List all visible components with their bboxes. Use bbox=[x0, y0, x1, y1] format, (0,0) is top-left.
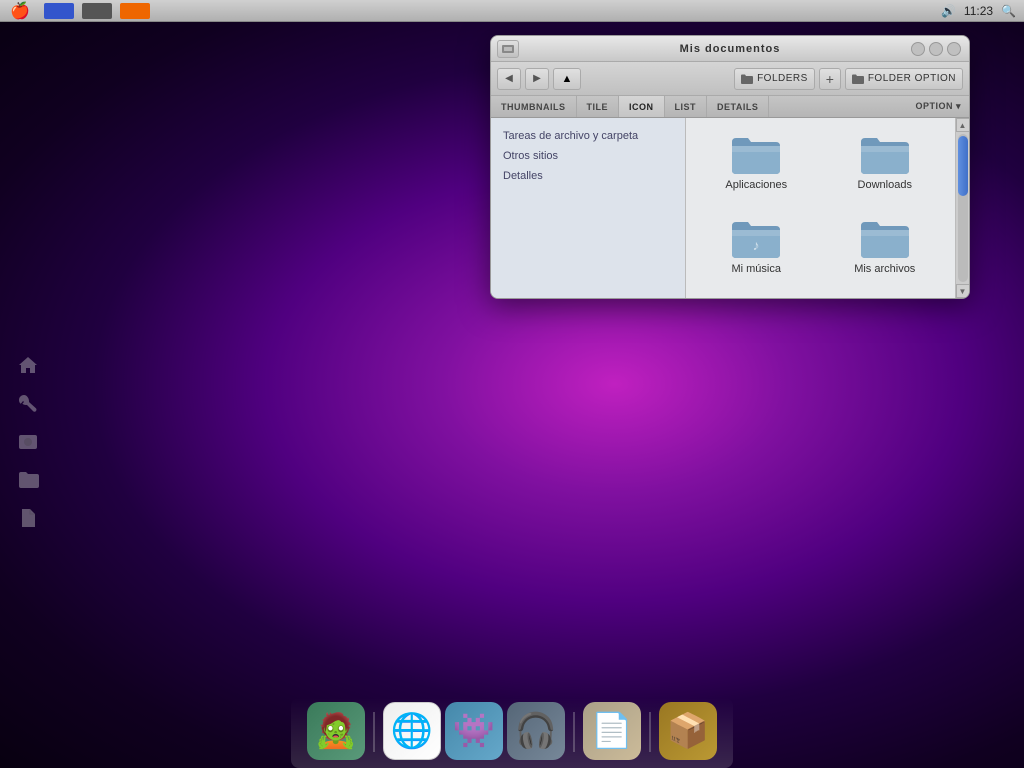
svg-text:♪: ♪ bbox=[753, 237, 760, 253]
file-mis-archivos-label: Mis archivos bbox=[854, 263, 915, 275]
file-mi-musica[interactable]: ♪ Mi música bbox=[696, 212, 817, 288]
folder-downloads-icon bbox=[859, 132, 911, 176]
dock-monster-icon: 👾 bbox=[445, 702, 503, 760]
dock-separator-2 bbox=[573, 712, 575, 752]
orange-btn[interactable] bbox=[116, 0, 154, 22]
folder-musica-icon: ♪ bbox=[730, 216, 782, 260]
scroll-up-btn[interactable]: ▲ bbox=[956, 118, 970, 132]
sidebar-details[interactable]: Detalles bbox=[491, 166, 685, 186]
fm-toolbar: ◀ ▶ ▲ FOLDERS + FOLDER OPTION bbox=[491, 62, 969, 96]
file-downloads[interactable]: Downloads bbox=[825, 128, 946, 204]
menubar: 🍎 🔊 11:23 🔍 bbox=[0, 0, 1024, 22]
sidebar-file-tasks[interactable]: Tareas de archivo y carpeta bbox=[491, 126, 685, 146]
dock-item-headphone[interactable]: 🎧 bbox=[507, 702, 565, 760]
fm-close-btn[interactable] bbox=[947, 42, 961, 56]
fm-up-btn[interactable]: ▲ bbox=[553, 68, 581, 90]
fm-title: Mis documentos bbox=[680, 43, 781, 55]
file-mi-musica-label: Mi música bbox=[731, 263, 781, 275]
fm-folders-btn[interactable]: FOLDERS bbox=[734, 68, 815, 90]
blue-btn[interactable] bbox=[40, 0, 78, 22]
dock-chrome-icon: 🌐 bbox=[383, 702, 441, 760]
fm-sidebar: Tareas de archivo y carpeta Otros sitios… bbox=[491, 118, 686, 298]
fm-titlebar: Mis documentos bbox=[491, 36, 969, 62]
tab-list[interactable]: LIST bbox=[665, 96, 708, 117]
sidebar-other-sites[interactable]: Otros sitios bbox=[491, 146, 685, 166]
dock-item-document[interactable]: 📄 bbox=[583, 702, 641, 760]
menubar-left: 🍎 bbox=[0, 0, 154, 22]
file-manager-window: Mis documentos ◀ ▶ ▲ FOLDERS + FOLDER OP… bbox=[490, 35, 970, 299]
dock-box-icon: 📦 bbox=[659, 702, 717, 760]
dock-document-icon: 📄 bbox=[583, 702, 641, 760]
volume-icon: 🔊 bbox=[941, 4, 956, 18]
fm-folder-option-btn[interactable]: FOLDER OPTION bbox=[845, 68, 963, 90]
menubar-right: 🔊 11:23 🔍 bbox=[941, 4, 1024, 18]
side-icons bbox=[12, 350, 44, 534]
side-home-icon[interactable] bbox=[12, 350, 44, 382]
dock: 🧟 🌐 👾 🎧 📄 📦 bbox=[291, 698, 733, 768]
gray-btn[interactable] bbox=[78, 0, 116, 22]
tab-icon[interactable]: ICON bbox=[619, 96, 665, 117]
fm-content: Tareas de archivo y carpeta Otros sitios… bbox=[491, 118, 969, 298]
side-folder2-icon[interactable] bbox=[12, 464, 44, 496]
fm-forward-btn[interactable]: ▶ bbox=[525, 68, 549, 90]
dock-separator-3 bbox=[649, 712, 651, 752]
dock-separator-1 bbox=[373, 712, 375, 752]
file-aplicaciones[interactable]: Aplicaciones bbox=[696, 128, 817, 204]
tab-thumbnails[interactable]: THUMBNAILS bbox=[491, 96, 577, 117]
apple-menu[interactable]: 🍎 bbox=[0, 0, 40, 22]
side-tool-icon[interactable] bbox=[12, 388, 44, 420]
folder-option-icon bbox=[852, 74, 864, 84]
dock-item-chrome[interactable]: 🌐 bbox=[383, 702, 441, 760]
tab-details[interactable]: DETAILS bbox=[707, 96, 769, 117]
side-photo-icon[interactable] bbox=[12, 426, 44, 458]
scroll-down-btn[interactable]: ▼ bbox=[956, 284, 970, 298]
folders-btn-label: FOLDERS bbox=[757, 73, 808, 84]
scroll-track[interactable] bbox=[958, 134, 968, 282]
tab-tile[interactable]: TILE bbox=[577, 96, 620, 117]
orange-block bbox=[120, 3, 150, 19]
dock-item-box[interactable]: 📦 bbox=[659, 702, 717, 760]
side-file-icon[interactable] bbox=[12, 502, 44, 534]
search-menubar-icon[interactable]: 🔍 bbox=[1001, 4, 1016, 18]
file-mis-archivos[interactable]: Mis archivos bbox=[825, 212, 946, 288]
dock-zombie-icon: 🧟 bbox=[307, 702, 365, 760]
dock-item-monster[interactable]: 👾 bbox=[445, 702, 503, 760]
fm-drive-icon bbox=[497, 40, 519, 58]
fm-scrollbar: ▲ ▼ bbox=[955, 118, 969, 298]
fm-files-grid: Aplicaciones Downloads bbox=[686, 118, 955, 298]
dock-headphone-icon: 🎧 bbox=[507, 702, 565, 760]
scroll-thumb[interactable] bbox=[958, 136, 968, 196]
gray-block bbox=[82, 3, 112, 19]
fm-back-btn[interactable]: ◀ bbox=[497, 68, 521, 90]
fm-maximize-btn[interactable] bbox=[929, 42, 943, 56]
fm-add-btn[interactable]: + bbox=[819, 68, 841, 90]
folder-aplicaciones-icon bbox=[730, 132, 782, 176]
apple-icon: 🍎 bbox=[10, 1, 30, 21]
folder-archivos-icon bbox=[859, 216, 911, 260]
blue-block bbox=[44, 3, 74, 19]
fm-minimize-btn[interactable] bbox=[911, 42, 925, 56]
clock: 11:23 bbox=[964, 4, 993, 18]
tab-option[interactable]: OPTION ▾ bbox=[907, 96, 969, 117]
folder-option-label: FOLDER OPTION bbox=[868, 73, 956, 84]
fm-viewtabs: THUMBNAILS TILE ICON LIST DETAILS OPTION… bbox=[491, 96, 969, 118]
fm-window-buttons bbox=[911, 42, 961, 56]
folder-small-icon bbox=[741, 74, 753, 84]
file-downloads-label: Downloads bbox=[858, 179, 912, 191]
dock-item-zombie[interactable]: 🧟 bbox=[307, 702, 365, 760]
file-aplicaciones-label: Aplicaciones bbox=[725, 179, 787, 191]
